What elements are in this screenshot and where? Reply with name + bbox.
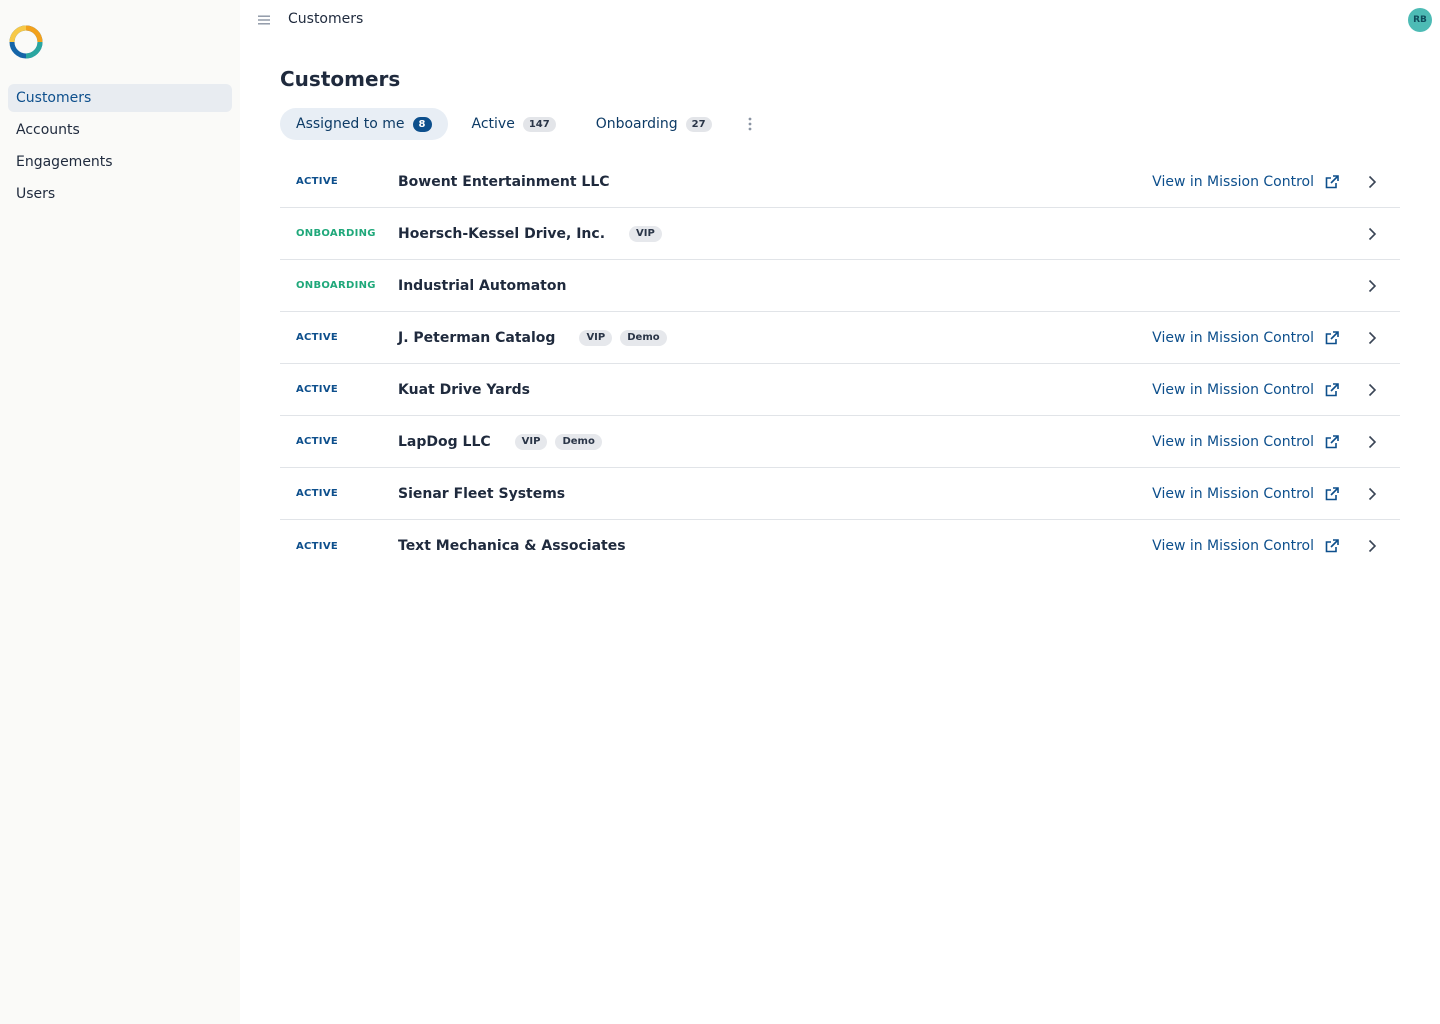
customer-name: Kuat Drive Yards: [398, 381, 530, 398]
link-label: View in Mission Control: [1152, 329, 1314, 346]
customer-name: LapDog LLC: [398, 433, 491, 450]
customer-cell: LapDog LLC VIP Demo: [398, 433, 602, 450]
user-avatar[interactable]: RB: [1408, 8, 1432, 32]
customer-name: J. Peterman Catalog: [398, 329, 556, 346]
sidebar: Customers Accounts Engagements Users: [0, 0, 240, 1024]
table-row[interactable]: ACTIVE Kuat Drive Yards View in Mission Co…: [280, 364, 1400, 416]
customer-tag: VIP: [514, 433, 548, 450]
customer-name: Text Mechanica & Associates: [398, 538, 626, 554]
status-badge: ACTIVE: [296, 176, 338, 187]
tab-count-badge: 147: [522, 116, 556, 132]
app-logo-icon[interactable]: [8, 24, 44, 60]
view-in-mission-control-link[interactable]: View in Mission Control: [1152, 538, 1340, 554]
sidebar-nav: Customers Accounts Engagements Users: [8, 84, 232, 212]
link-label: View in Mission Control: [1152, 381, 1314, 398]
main-content: Customers Assigned to me 8 Active 147 On…: [280, 60, 1400, 572]
link-label: View in Mission Control: [1152, 485, 1314, 502]
status-badge: ACTIVE: [296, 540, 338, 552]
status-badge: ACTIVE: [296, 384, 338, 395]
sidebar-item-accounts[interactable]: Accounts: [8, 116, 232, 144]
customer-cell: J. Peterman Catalog VIP Demo: [398, 329, 667, 346]
topbar-title: Customers: [288, 11, 364, 27]
table-row[interactable]: ACTIVE LapDog LLC VIP Demo View in Mission C…: [280, 416, 1400, 468]
chevron-right-icon[interactable]: [1364, 486, 1380, 502]
tab-label: Assigned to me: [296, 116, 405, 132]
customer-cell: Text Mechanica & Associates: [398, 538, 626, 554]
customer-name: Bowent Entertainment LLC: [398, 173, 610, 190]
external-link-icon: [1325, 434, 1339, 448]
customer-cell: Industrial Automaton: [398, 278, 566, 294]
tab-assigned-to-me[interactable]: Assigned to me 8: [280, 108, 448, 140]
more-options-icon[interactable]: [738, 112, 762, 136]
status-badge: ONBOARDING: [296, 228, 376, 239]
table-row[interactable]: ACTIVE Bowent Entertainment LLC View in Mi…: [280, 156, 1400, 208]
link-label: View in Mission Control: [1152, 538, 1314, 554]
customer-tag: Demo: [555, 433, 602, 450]
tab-active[interactable]: Active 147: [456, 108, 572, 140]
customer-tag: Demo: [620, 329, 667, 346]
page-title: Customers: [280, 67, 401, 91]
view-in-mission-control-link[interactable]: View in Mission Control: [1152, 434, 1340, 450]
status-badge: ACTIVE: [296, 332, 338, 343]
sidebar-item-customers[interactable]: Customers: [8, 84, 232, 112]
chevron-right-icon[interactable]: [1364, 174, 1380, 190]
customer-name: Sienar Fleet Systems: [398, 485, 566, 502]
customer-tags: VIP Demo: [571, 329, 667, 346]
chevron-right-icon[interactable]: [1364, 278, 1380, 294]
external-link-icon: [1325, 539, 1339, 553]
external-link-icon: [1325, 174, 1339, 188]
customer-cell: Kuat Drive Yards: [398, 382, 530, 398]
topbar: Customers RB: [240, 0, 1440, 40]
table-row[interactable]: ACTIVE Sienar Fleet Systems View in Missio…: [280, 468, 1400, 520]
table-row[interactable]: ONBOARDING Industrial Automaton: [280, 260, 1400, 312]
customer-cell: Bowent Entertainment LLC: [398, 174, 610, 190]
customer-list: ACTIVE Bowent Entertainment LLC View in Mi…: [280, 156, 1400, 572]
view-in-mission-control-link[interactable]: View in Mission Control: [1152, 486, 1340, 502]
table-row[interactable]: ACTIVE Text Mechanica & Associates View in…: [280, 520, 1400, 572]
table-row[interactable]: ACTIVE J. Peterman Catalog VIP Demo View in …: [280, 312, 1400, 364]
tab-onboarding[interactable]: Onboarding 27: [580, 108, 728, 140]
hamburger-menu-icon[interactable]: [256, 12, 272, 28]
status-badge: ONBOARDING: [296, 280, 376, 291]
tab-count-badge: 27: [685, 116, 712, 132]
sidebar-item-engagements[interactable]: Engagements: [8, 148, 232, 176]
customer-name: Hoersch-Kessel Drive, Inc.: [398, 225, 606, 242]
customer-name: Industrial Automaton: [398, 277, 567, 294]
chevron-right-icon[interactable]: [1364, 382, 1380, 398]
status-badge: ACTIVE: [296, 436, 338, 447]
customer-tags: VIP: [621, 225, 662, 242]
view-in-mission-control-link[interactable]: View in Mission Control: [1152, 330, 1340, 346]
external-link-icon: [1325, 330, 1339, 344]
chevron-right-icon[interactable]: [1364, 226, 1380, 242]
tab-label: Active: [471, 116, 515, 132]
customer-tag: VIP: [629, 225, 662, 242]
tab-count-badge: 8: [412, 116, 432, 132]
chevron-right-icon[interactable]: [1364, 434, 1380, 450]
view-in-mission-control-link[interactable]: View in Mission Control: [1152, 174, 1340, 190]
chevron-right-icon[interactable]: [1364, 330, 1380, 346]
view-in-mission-control-link[interactable]: View in Mission Control: [1152, 382, 1340, 398]
filter-tabs: Assigned to me 8 Active 147 Onboarding 2…: [280, 108, 1400, 140]
chevron-right-icon[interactable]: [1364, 538, 1380, 554]
customer-cell: Sienar Fleet Systems: [398, 486, 565, 502]
sidebar-item-users[interactable]: Users: [8, 180, 232, 208]
customer-cell: Hoersch-Kessel Drive, Inc. VIP: [398, 225, 662, 242]
customer-tags: VIP Demo: [507, 433, 602, 450]
external-link-icon: [1325, 382, 1339, 396]
table-row[interactable]: ONBOARDING Hoersch-Kessel Drive, Inc. VIP: [280, 208, 1400, 260]
external-link-icon: [1325, 486, 1339, 500]
status-badge: ACTIVE: [296, 488, 338, 499]
tab-label: Onboarding: [595, 116, 678, 132]
link-label: View in Mission Control: [1152, 173, 1314, 190]
customer-tag: VIP: [579, 329, 613, 346]
link-label: View in Mission Control: [1152, 433, 1314, 450]
